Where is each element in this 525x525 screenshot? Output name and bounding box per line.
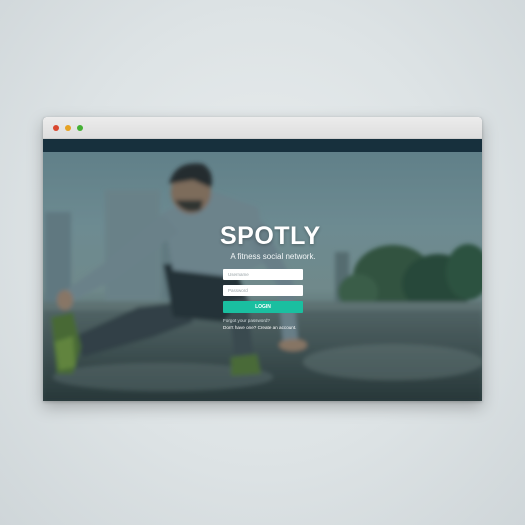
- browser-window: SPOTLY A fitness social network. Usernam…: [43, 117, 482, 401]
- login-button[interactable]: LOGIN: [223, 301, 303, 313]
- password-input[interactable]: Password: [223, 285, 303, 296]
- window-titlebar: [43, 117, 482, 139]
- minimize-dot[interactable]: [65, 125, 71, 131]
- close-dot[interactable]: [53, 125, 59, 131]
- maximize-dot[interactable]: [77, 125, 83, 131]
- brand-logo: SPOTLY: [220, 222, 321, 250]
- username-input[interactable]: Username: [223, 269, 303, 280]
- create-account-link[interactable]: Don't have one? Create an account.: [223, 325, 296, 330]
- forgot-password-link[interactable]: Forgot your password?: [223, 318, 270, 323]
- tagline: A fitness social network.: [230, 252, 316, 261]
- nav-bar: [43, 139, 482, 152]
- hero-section: SPOTLY A fitness social network. Usernam…: [43, 152, 482, 401]
